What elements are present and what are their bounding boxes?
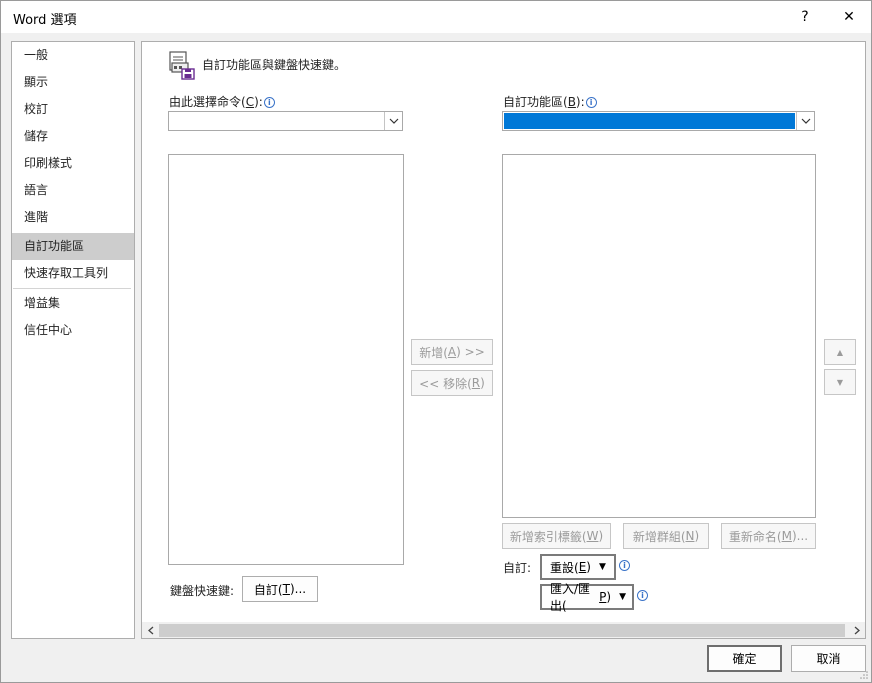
ribbon-tabs-tree[interactable]	[502, 154, 816, 518]
sidebar-item-display[interactable]: 顯示	[12, 69, 134, 96]
panel-header: 自訂功能區與鍵盤快速鍵。	[202, 58, 347, 72]
help-icon: ?	[801, 9, 809, 25]
options-sidebar: 一般 顯示 校訂 儲存 印刷樣式 語言 進階 自訂功能區 快速存取工具列 增益集…	[11, 41, 135, 639]
customize-ribbon-icon	[169, 51, 195, 80]
sidebar-item-quick-access-toolbar[interactable]: 快速存取工具列	[12, 260, 134, 287]
move-down-button[interactable]: ▼	[824, 369, 856, 395]
sidebar-item-advanced[interactable]: 進階	[12, 204, 134, 231]
info-icon[interactable]: i	[263, 97, 275, 108]
chevron-down-icon[interactable]	[796, 112, 814, 130]
choose-commands-dropdown[interactable]	[168, 111, 403, 131]
sidebar-item-general[interactable]: 一般	[12, 42, 134, 69]
sidebar-item-trust-center[interactable]: 信任中心	[12, 317, 134, 344]
horizontal-scrollbar[interactable]	[142, 622, 865, 638]
info-icon[interactable]: i	[619, 560, 630, 571]
new-tab-button[interactable]: 新增索引標籤(W)	[502, 523, 611, 549]
dropdown-caret-icon: ▼	[598, 562, 606, 572]
cancel-button[interactable]: 取消	[791, 645, 866, 672]
dropdown-selection-highlight	[504, 113, 795, 129]
customizations-label: 自訂:	[503, 561, 532, 575]
triangle-down-icon: ▼	[836, 377, 844, 387]
rename-button[interactable]: 重新命名(M)...	[721, 523, 816, 549]
word-options-dialog: Word 選項 ? ✕ 一般 顯示 校訂 儲存 印刷樣式 語言 進階 自訂功能區…	[0, 0, 872, 683]
add-button[interactable]: 新增(A) >>	[411, 339, 493, 365]
scrollbar-thumb[interactable]	[159, 624, 845, 637]
sidebar-item-add-ins[interactable]: 增益集	[12, 290, 134, 317]
customize-ribbon-panel: 自訂功能區與鍵盤快速鍵。 由此選擇命令(C): i 新增(A) >> << 移除(…	[141, 41, 866, 639]
customize-ribbon-label: 自訂功能區(B): i	[503, 93, 597, 110]
commands-list[interactable]	[168, 154, 404, 565]
keyboard-shortcuts-label: 鍵盤快速鍵:	[170, 584, 235, 598]
dropdown-caret-icon: ▼	[619, 592, 626, 602]
scroll-right-icon[interactable]	[848, 622, 865, 638]
remove-button[interactable]: << 移除(R)	[411, 370, 493, 396]
sidebar-item-proofing[interactable]: 校訂	[12, 96, 134, 123]
title-bar: Word 選項 ? ✕	[1, 1, 871, 33]
resize-grip-icon[interactable]	[859, 670, 869, 680]
info-icon[interactable]: i	[637, 590, 648, 601]
sidebar-divider	[13, 288, 131, 289]
chevron-down-icon[interactable]	[384, 112, 402, 130]
sidebar-item-customize-ribbon[interactable]: 自訂功能區	[12, 233, 134, 260]
help-button[interactable]: ?	[785, 1, 825, 33]
customize-ribbon-dropdown[interactable]	[502, 111, 815, 131]
sidebar-item-save[interactable]: 儲存	[12, 123, 134, 150]
new-group-button[interactable]: 新增群組(N)	[623, 523, 709, 549]
ok-button[interactable]: 確定	[707, 645, 782, 672]
triangle-up-icon: ▲	[836, 347, 844, 357]
move-up-button[interactable]: ▲	[824, 339, 856, 365]
choose-commands-label: 由此選擇命令(C): i	[169, 93, 275, 110]
import-export-button[interactable]: 匯入/匯出(P) ▼	[540, 582, 634, 613]
sidebar-item-typography[interactable]: 印刷樣式	[12, 150, 134, 177]
window-title: Word 選項	[13, 13, 77, 28]
close-icon: ✕	[843, 9, 855, 25]
info-icon[interactable]: i	[585, 97, 597, 108]
reset-button[interactable]: 重設(E) ▼	[540, 554, 616, 580]
scroll-left-icon[interactable]	[142, 622, 159, 638]
customize-keyboard-button[interactable]: 自訂(T)...	[242, 576, 318, 602]
sidebar-item-language[interactable]: 語言	[12, 177, 134, 204]
close-button[interactable]: ✕	[829, 1, 869, 33]
